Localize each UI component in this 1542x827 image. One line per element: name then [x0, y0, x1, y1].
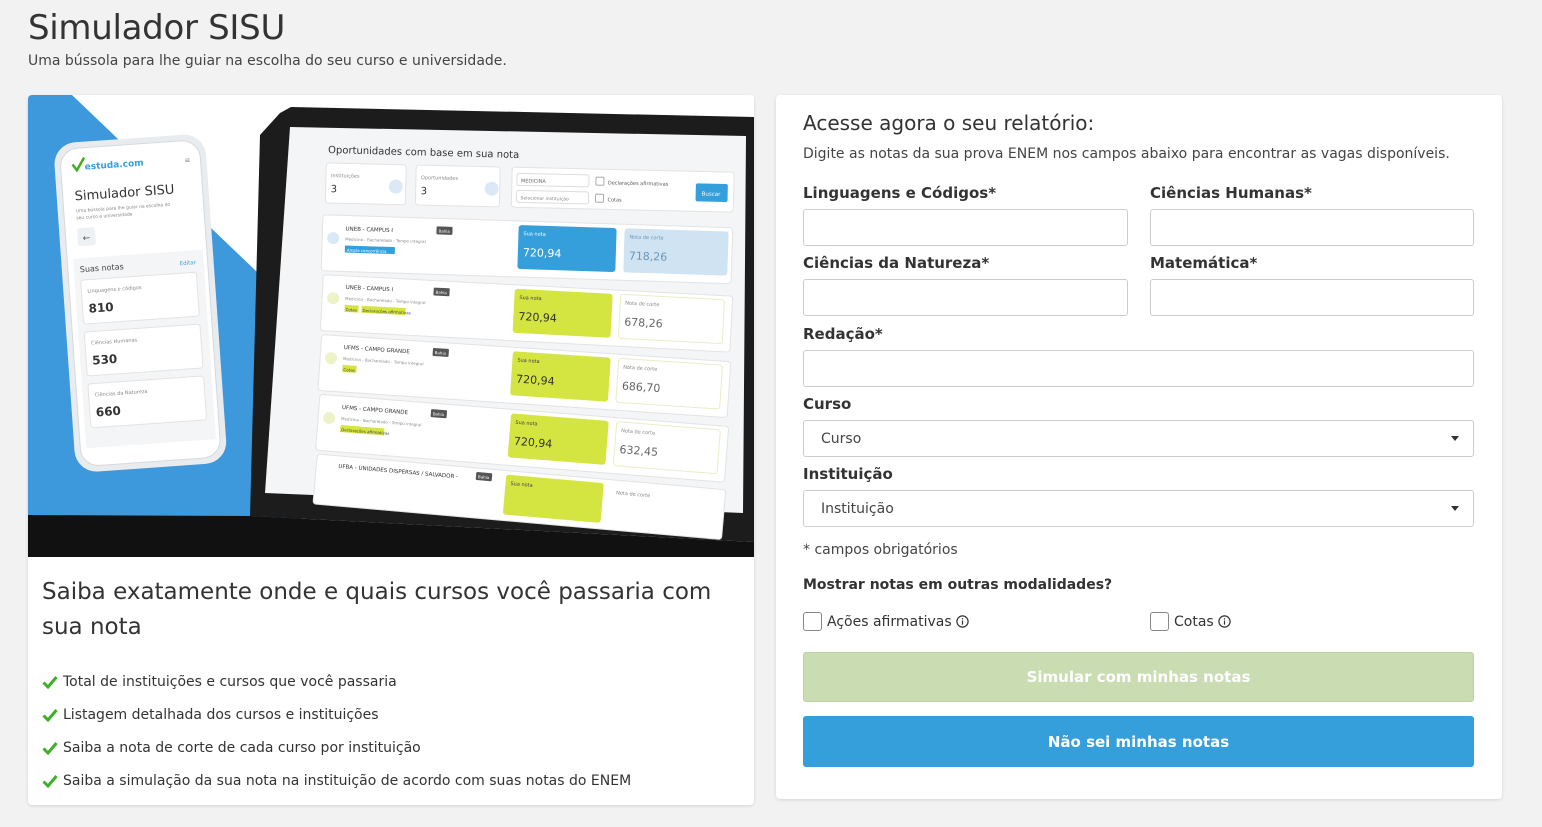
hero-mockup-image: Oportunidades com base em sua nota Insti…	[28, 95, 754, 557]
page-subtitle: Uma bússola para lhe guiar na escolha do…	[28, 53, 507, 69]
cotas-checkbox[interactable]	[1150, 612, 1169, 631]
humanas-field[interactable]	[1150, 209, 1474, 246]
instituicao-select[interactable]: Instituição	[803, 490, 1474, 527]
check-icon	[42, 674, 58, 690]
natureza-label: Ciências da Natureza*	[803, 254, 990, 272]
info-icon[interactable]	[955, 615, 969, 628]
mockup-text: 686,70	[621, 380, 660, 396]
form-title: Acesse agora o seu relatório:	[803, 111, 1095, 135]
mockup-text: MEDICINA	[521, 178, 547, 185]
linguagens-field[interactable]	[803, 209, 1128, 246]
mockup-text: Bahia	[435, 290, 447, 296]
check-icon	[42, 773, 58, 789]
promo-headline: Saiba exatamente onde e quais cursos voc…	[42, 579, 712, 640]
acoes-afirmativas-checkbox[interactable]	[803, 612, 822, 631]
linguagens-label: Linguagens e Códigos*	[803, 184, 997, 202]
curso-selected-value: Curso	[821, 430, 862, 447]
curso-select[interactable]: Curso	[803, 420, 1474, 457]
curso-label: Curso	[803, 395, 852, 413]
mockup-text: Instituições	[331, 173, 360, 180]
mockup-text: Sua nota	[519, 295, 542, 302]
instituicao-selected-value: Instituição	[821, 500, 894, 517]
cotas-option[interactable]: Cotas	[1150, 612, 1231, 631]
mockup-text: Bahia	[438, 228, 450, 233]
mockup-text: Buscar	[702, 191, 722, 197]
natureza-field[interactable]	[803, 279, 1128, 316]
laptop-filter-bar: Instituições 3 Oportunidades 3 MEDICINA …	[324, 162, 735, 213]
unknown-scores-button[interactable]: Não sei minhas notas	[803, 716, 1474, 767]
redacao-field[interactable]	[803, 350, 1474, 387]
benefit-text: Listagem detalhada dos cursos e institui…	[63, 706, 379, 723]
promo-card: Oportunidades com base em sua nota Insti…	[28, 95, 754, 805]
mockup-text: Bahia	[478, 474, 490, 480]
mockup-text: 530	[92, 352, 118, 368]
mockup-text: 3	[421, 186, 428, 197]
mockup-text: 720,94	[523, 246, 562, 260]
matematica-label: Matemática*	[1150, 254, 1258, 272]
mockup-text: 720,94	[516, 373, 555, 389]
mockup-text: 718,26	[629, 249, 668, 263]
svg-text:≡: ≡	[184, 156, 191, 164]
mockup-text: Bahia	[435, 350, 447, 356]
mockup-text: 678,26	[624, 316, 663, 331]
chevron-down-icon	[1451, 436, 1459, 441]
required-fields-note: * campos obrigatórios	[803, 542, 958, 558]
benefits-list: Total de instituições e cursos que você …	[42, 665, 631, 797]
cotas-label: Cotas	[1174, 613, 1214, 630]
phone-mockup: estuda.com ≡ Simulador SISU Uma bússola …	[54, 134, 227, 472]
report-form-card: Acesse agora o seu relatório: Digite as …	[776, 95, 1502, 799]
mockup-text: Cotas	[607, 197, 622, 203]
acoes-afirmativas-label: Ações afirmativas	[827, 613, 952, 630]
mockup-text: 3	[331, 184, 338, 195]
chevron-down-icon	[1451, 506, 1459, 511]
list-item: Total de instituições e cursos que você …	[42, 665, 631, 698]
benefit-text: Saiba a simulação da sua nota na institu…	[63, 772, 632, 789]
benefit-text: Saiba a nota de corte de cada curso por …	[63, 739, 421, 756]
mockup-text: Bahia	[433, 411, 445, 417]
matematica-field[interactable]	[1150, 279, 1474, 316]
check-icon	[42, 740, 58, 756]
mockup-text: Nota de corte	[629, 234, 663, 241]
mockup-text: Editar	[180, 260, 197, 267]
list-item: Saiba a nota de corte de cada curso por …	[42, 731, 631, 764]
info-icon[interactable]	[1218, 615, 1231, 628]
humanas-label: Ciências Humanas*	[1150, 184, 1312, 202]
mockup-text: Cotas	[345, 307, 357, 313]
modalities-question: Mostrar notas em outras modalidades?	[803, 577, 1113, 593]
benefit-text: Total de instituições e cursos que você …	[63, 673, 397, 690]
mockup-text: 720,94	[518, 310, 557, 325]
mockup-text: Sua nota	[523, 231, 545, 238]
list-item: Listagem detalhada dos cursos e institui…	[42, 698, 631, 731]
svg-text:←: ←	[82, 233, 91, 244]
mockup-text: 810	[88, 300, 114, 316]
simulate-button[interactable]: Simular com minhas notas	[803, 652, 1474, 702]
acoes-afirmativas-option[interactable]: Ações afirmativas	[803, 612, 969, 631]
list-item: Saiba a simulação da sua nota na institu…	[42, 764, 631, 797]
redacao-label: Redação*	[803, 325, 883, 343]
form-description: Digite as notas da sua prova ENEM nos ca…	[803, 146, 1450, 162]
page-title: Simulador SISU	[28, 8, 286, 48]
mockup-text: Selecionar instituição	[520, 195, 569, 202]
instituicao-label: Instituição	[803, 465, 893, 483]
mockup-text: Cotas	[343, 367, 355, 373]
mockup-text: 660	[95, 404, 121, 420]
check-icon	[42, 707, 58, 723]
mockup-text: Oportunidades	[421, 175, 459, 182]
